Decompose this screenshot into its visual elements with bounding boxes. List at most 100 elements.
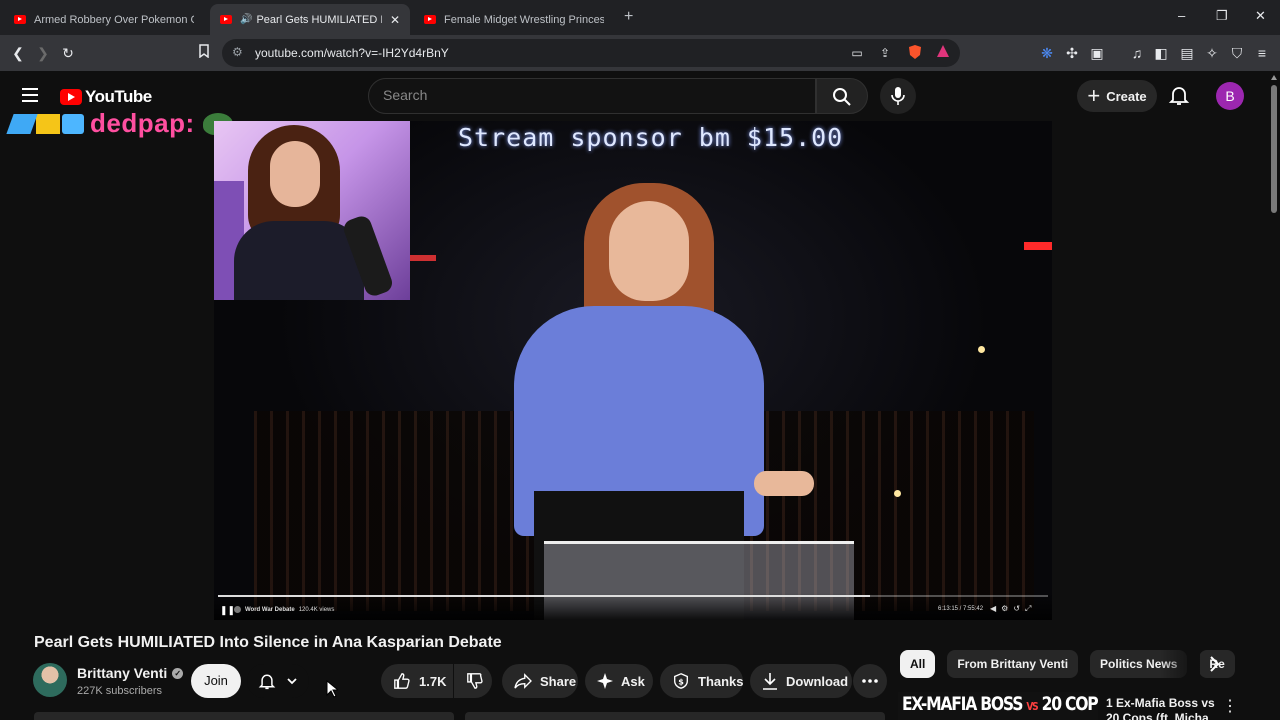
minimize-button[interactable]: – (1178, 8, 1185, 23)
share-button[interactable]: Share (502, 664, 578, 698)
description-box[interactable] (465, 712, 885, 720)
stream-chat-username-overlay: dedpap: (6, 108, 233, 139)
like-button[interactable]: 1.7K (381, 664, 453, 698)
media-music-icon[interactable]: ♫ (1128, 44, 1146, 62)
subscription-notification-button[interactable] (247, 664, 309, 698)
guide-menu-icon[interactable] (22, 88, 38, 102)
video-title: Pearl Gets HUMILIATED Into Silence in An… (34, 634, 502, 651)
url-text[interactable]: youtube.com/watch?v=-IH2Yd4rBnY (255, 46, 449, 60)
ask-button[interactable]: Ask (585, 664, 653, 698)
reload-icon[interactable]: ↻ (59, 44, 77, 62)
scroll-thumb[interactable] (1271, 85, 1277, 213)
more-vertical-icon[interactable]: ⋮ (1222, 696, 1238, 716)
extension-blue-icon[interactable]: ❋ (1038, 44, 1056, 62)
verified-icon: ✓ (172, 667, 184, 679)
create-button[interactable]: + Create (1077, 80, 1157, 112)
wallet-icon[interactable]: ▤ (1178, 44, 1196, 62)
youtube-favicon-icon (14, 15, 26, 24)
thanks-label: Thanks (698, 673, 744, 689)
video-player[interactable]: Stream sponsor bm $15.00 ❚❚ Word War Deb… (214, 121, 1052, 620)
thanks-button[interactable]: $ Thanks (660, 664, 744, 698)
account-avatar[interactable]: B (1216, 82, 1244, 110)
channel-name[interactable]: Brittany Venti (77, 665, 167, 681)
brave-shield-icon[interactable] (906, 44, 924, 62)
bell-icon (1168, 87, 1190, 105)
dislike-button[interactable] (454, 664, 492, 698)
more-actions-button[interactable] (853, 664, 887, 698)
page-scrollbar[interactable] (1268, 71, 1280, 720)
menu-icon[interactable]: ≡ (1253, 44, 1271, 62)
restore-button[interactable]: ❐ (1216, 8, 1228, 24)
streamer-webcam (214, 121, 410, 300)
description-box[interactable] (34, 712, 454, 720)
create-label: Create (1106, 88, 1147, 104)
more-horizontal-icon (862, 679, 878, 683)
close-window-button[interactable]: ✕ (1255, 8, 1266, 24)
tab-pearl-humiliated[interactable]: 🔊 Pearl Gets HUMILIATED Into S ✕ (210, 4, 410, 35)
chat-badges (6, 113, 84, 134)
speaker-figure (754, 471, 814, 496)
download-label: Download (786, 673, 849, 689)
tab-label: Pearl Gets HUMILIATED Into S (256, 13, 381, 26)
channel-name-row[interactable]: Brittany Venti ✓ (77, 665, 184, 681)
forward-icon[interactable]: ❯ (34, 44, 52, 62)
stage-spot-light (894, 490, 901, 497)
search-button[interactable] (816, 78, 868, 114)
download-icon (763, 673, 777, 690)
like-count: 1.7K (419, 673, 447, 689)
mouse-cursor-icon (326, 680, 338, 698)
thumbnail-text: EX-MAFIA BOSS VS 20 COPS (902, 693, 1098, 715)
share-icon (514, 673, 532, 689)
tab-label: Armed Robbery Over Pokemon Card (34, 13, 194, 26)
site-info-icon[interactable]: ⚙ (232, 45, 243, 59)
close-tab-icon[interactable]: ✕ (390, 13, 400, 27)
search-input[interactable] (383, 87, 803, 103)
subscriber-count: 227K subscribers (77, 685, 162, 697)
chevron-right-icon[interactable] (1202, 652, 1226, 676)
sidebar-panel-icon[interactable]: ▣ (1088, 44, 1106, 62)
brave-rewards-icon[interactable] (934, 44, 952, 62)
vpn-shield-icon[interactable]: ⛉ (1228, 44, 1246, 62)
sidebar-toggle-icon[interactable]: ◧ (1152, 44, 1170, 62)
youtube-wordmark: YouTube (85, 87, 152, 106)
recommended-title[interactable]: 1 Ex-Mafia Boss vs 20 Cops (ft. Micha (1106, 696, 1216, 720)
cast-icon[interactable]: ▭ (848, 44, 866, 62)
source-views: 120.4K views (298, 606, 335, 613)
back-icon[interactable]: ❮ (9, 44, 27, 62)
leo-ai-icon[interactable]: ✧ (1203, 44, 1221, 62)
search-box[interactable] (368, 78, 816, 114)
share-page-icon[interactable]: ⇪ (876, 44, 894, 62)
tab-label: Female Midget Wrestling Princess Lit (444, 13, 604, 26)
share-label: Share (540, 673, 577, 689)
bookmark-icon[interactable] (195, 44, 213, 62)
ask-label: Ask (621, 673, 645, 689)
chip-from-channel[interactable]: From Brittany Venti (947, 650, 1079, 678)
progress-bar[interactable] (218, 595, 1048, 597)
address-bar[interactable]: ⚙ youtube.com/watch?v=-IH2Yd4rBnY ▭ ⇪ (222, 39, 960, 67)
plus-icon: + (1087, 83, 1101, 108)
join-button[interactable]: Join (191, 664, 241, 698)
chip-all[interactable]: All (900, 650, 936, 678)
webcam-streamer (270, 141, 320, 207)
tab-armed-robbery[interactable]: Armed Robbery Over Pokemon Card (4, 4, 204, 35)
overlay-username: dedpap: (90, 108, 195, 138)
new-tab-button[interactable]: + (624, 8, 633, 26)
notifications-button[interactable] (1168, 84, 1192, 108)
chevron-down-icon (287, 678, 297, 685)
recommended-thumbnail[interactable]: EX-MAFIA BOSS VS 20 COPS (898, 692, 1098, 720)
scroll-up-icon[interactable] (1271, 75, 1277, 80)
emote-badge-icon (62, 113, 84, 134)
player-mini-controls[interactable]: ◀︎⚙↺⤢ (990, 604, 1036, 614)
tab-female-midget-wrestling[interactable]: Female Midget Wrestling Princess Lit (414, 4, 614, 35)
youtube-favicon-icon (220, 15, 232, 24)
voice-search-button[interactable] (880, 78, 916, 114)
extensions-puzzle-icon[interactable]: ✣ (1063, 44, 1081, 62)
player-controls (214, 593, 1052, 620)
youtube-logo[interactable]: YouTube (60, 87, 152, 107)
pause-icon[interactable]: ❚❚ (220, 605, 235, 616)
stage-red-light (410, 255, 436, 261)
download-button[interactable]: Download (750, 664, 852, 698)
search-icon (833, 88, 851, 106)
channel-avatar[interactable] (33, 663, 67, 697)
embedded-source-info: Word War Debate 120.4K views (234, 606, 334, 613)
